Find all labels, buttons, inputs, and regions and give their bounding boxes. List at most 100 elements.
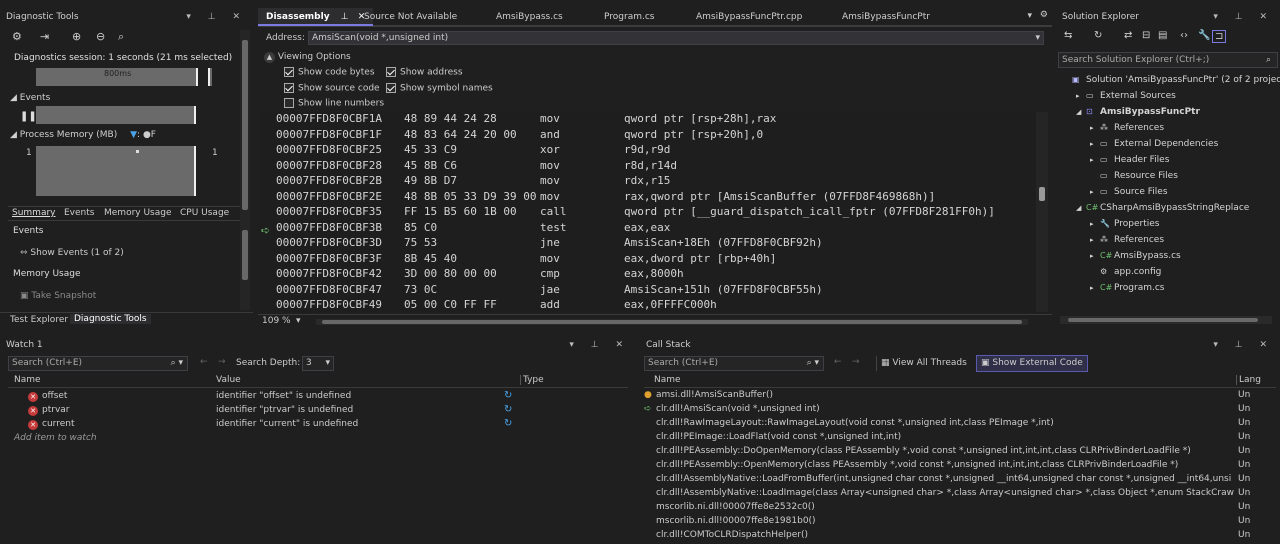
callstack-row[interactable]: mscorlib.ni.dll!00007ffe8e1981b0() Un: [644, 515, 1276, 529]
watch-row[interactable]: ✕ offset identifier "offset" is undefined ↻: [8, 390, 628, 404]
pane-controls[interactable]: ▾ ⊥ ✕: [1213, 8, 1274, 26]
settings-gear-icon[interactable]: ⚙: [12, 30, 22, 43]
watch-row[interactable]: ✕ ptrvar identifier "ptrvar" is undefined ↻: [8, 404, 628, 418]
callstack-search-input[interactable]: Search (Ctrl+E) ⌕ ▾: [644, 356, 824, 371]
expand-chevron-icon[interactable]: ▸: [1090, 184, 1100, 200]
solution-tree-item[interactable]: ▭ Resource Files: [1090, 168, 1178, 184]
diag-scrollbar-thumb[interactable]: [242, 40, 248, 210]
code-vertical-scrollbar[interactable]: [1036, 112, 1048, 312]
code-scrollbar-thumb[interactable]: [1039, 187, 1045, 201]
disasm-line[interactable]: 00007FFD8F0CBF1A 48 89 44 24 28 mov qword p…: [258, 112, 1038, 128]
viewing-options-toggle[interactable]: ▲ Viewing Options: [264, 52, 351, 63]
search-depth-select[interactable]: 3 ▾: [302, 356, 334, 371]
solution-horizontal-scrollbar[interactable]: [1060, 316, 1272, 324]
diag-scrollbar[interactable]: [240, 30, 250, 310]
expand-chevron-icon[interactable]: ▸: [1090, 232, 1100, 248]
tab-memory-usage[interactable]: Memory Usage: [104, 208, 172, 218]
take-snapshot-button[interactable]: ▣ Take Snapshot: [20, 291, 96, 301]
expand-chevron-icon[interactable]: ▸: [1090, 136, 1100, 152]
solution-tree-item[interactable]: ▸ 🔧 Properties: [1090, 216, 1159, 232]
solution-tree-item[interactable]: ▸ ⁂ References: [1090, 232, 1164, 248]
filter-icon[interactable]: ▼: [130, 130, 137, 140]
expand-chevron-icon[interactable]: ▸: [1090, 216, 1100, 232]
properties-wrench-icon[interactable]: 🔧: [1198, 30, 1210, 41]
address-dropdown-icon[interactable]: ▾: [1035, 32, 1040, 44]
callstack-row[interactable]: clr.dll!AssemblyNative::LoadFromBuffer(i…: [644, 473, 1276, 487]
disasm-line[interactable]: 00007FFD8F0CBF49 05 00 C0 FF FF add eax,0FF…: [258, 298, 1038, 314]
view-all-threads-button[interactable]: ▦ View All Threads: [876, 356, 967, 371]
disasm-line[interactable]: 00007FFD8F0CBF3F 8B 45 40 mov eax,dword ptr…: [258, 252, 1038, 268]
col-type-header[interactable]: Type: [520, 375, 544, 385]
tab-list-dropdown-icon[interactable]: ▾: [1027, 11, 1032, 21]
solution-tree-item[interactable]: ▸ ▭ Source Files: [1090, 184, 1168, 200]
solution-tree-item[interactable]: ▸ ▭ External Dependencies: [1090, 136, 1218, 152]
expand-chevron-icon[interactable]: ▸: [1090, 280, 1100, 296]
pane-controls[interactable]: ▾ ⊥ ✕: [1213, 336, 1274, 354]
collapse-all-icon[interactable]: ⊟: [1142, 30, 1150, 41]
search-icon[interactable]: ⌕ ▾: [807, 357, 819, 370]
zoom-in-icon[interactable]: ⊕: [72, 30, 81, 43]
solution-tree-item[interactable]: ▸ ▭ Header Files: [1090, 152, 1169, 168]
search-forward-icon[interactable]: →: [852, 357, 860, 367]
address-input[interactable]: AmsiScan(void *,unsigned int) ▾: [308, 31, 1044, 45]
refresh-icon[interactable]: ↻: [504, 390, 512, 401]
timeline-selection[interactable]: [196, 68, 210, 86]
disasm-line[interactable]: 00007FFD8F0CBF35 FF 15 B5 60 1B 00 call qwo…: [258, 205, 1038, 221]
callstack-row[interactable]: ● amsi.dll!AmsiScanBuffer() Un: [644, 389, 1276, 403]
reset-zoom-icon[interactable]: ⌕: [118, 30, 124, 44]
pause-icon[interactable]: ❚❚: [20, 111, 37, 122]
expand-chevron-icon[interactable]: ◢: [1076, 104, 1086, 120]
tab-amsibypassfuncptr-cpp[interactable]: AmsiBypassFuncPtr.cpp: [688, 8, 810, 26]
zoom-level[interactable]: 109 %: [262, 316, 291, 326]
disasm-line[interactable]: 00007FFD8F0CBF2E 48 8B 05 33 D9 39 00 mov r…: [258, 190, 1038, 206]
tab-source-not-available[interactable]: Source Not Available: [356, 8, 465, 26]
option-show-line-numbers[interactable]: Show line numbers: [284, 98, 384, 109]
search-icon[interactable]: ⌕ ▾: [171, 357, 183, 370]
tab-amsibypassfuncptr[interactable]: AmsiBypassFuncPtr: [834, 8, 938, 26]
callstack-row[interactable]: clr.dll!COMToCLRDispatchHelper() Un: [644, 529, 1276, 543]
solution-tree-item[interactable]: ▸ ⁂ References: [1090, 120, 1164, 136]
export-icon[interactable]: ⇥: [40, 30, 49, 43]
option-show-symbol-names[interactable]: Show symbol names: [386, 83, 493, 94]
callstack-row[interactable]: clr.dll!RawImageLayout::RawImageLayout(v…: [644, 417, 1276, 431]
settings-gear-icon[interactable]: ⚙: [1040, 10, 1048, 20]
tab-events[interactable]: Events: [64, 208, 94, 218]
tab-amsibypass-cs[interactable]: AmsiBypass.cs: [488, 8, 571, 26]
pane-controls[interactable]: ▾ ⊥ ✕: [569, 336, 630, 354]
search-forward-icon[interactable]: →: [218, 357, 226, 367]
disasm-line[interactable]: 00007FFD8F0CBF3B 85 C0 test eax,eax: [258, 221, 1038, 237]
tab-summary[interactable]: Summary: [12, 208, 56, 218]
solution-tree-item[interactable]: ▸ C# Program.cs: [1090, 280, 1164, 296]
callstack-row[interactable]: clr.dll!AssemblyNative::LoadImage(class …: [644, 487, 1276, 501]
search-back-icon[interactable]: ←: [834, 357, 842, 367]
preview-selected-icon[interactable]: ⊐: [1212, 30, 1227, 43]
pane-controls[interactable]: ▾ ⊥ ✕: [186, 8, 247, 26]
watch-row[interactable]: ✕ current identifier "current" is undefine…: [8, 418, 628, 432]
solution-tree-item[interactable]: ▸ ▭ External Sources: [1076, 88, 1176, 104]
disasm-line[interactable]: 00007FFD8F0CBF25 45 33 C9 xor r9d,r9d: [258, 143, 1038, 159]
option-show-source-code[interactable]: Show source code: [284, 83, 380, 94]
disasm-line[interactable]: 00007FFD8F0CBF42 3D 00 80 00 00 cmp eax,800…: [258, 267, 1038, 283]
col-value-header[interactable]: Value: [216, 375, 241, 385]
solution-tree-item[interactable]: ▸ C# AmsiBypass.cs: [1090, 248, 1181, 264]
search-back-icon[interactable]: ←: [200, 357, 208, 367]
horizontal-scrollbar-thumb[interactable]: [322, 320, 1022, 324]
tab-cpu-usage[interactable]: CPU Usage: [180, 208, 229, 218]
disasm-line[interactable]: 00007FFD8F0CBF2B 49 8B D7 mov rdx,r15: [258, 174, 1038, 190]
callstack-row[interactable]: mscorlib.ni.dll!00007ffe8e2532c0() Un: [644, 501, 1276, 515]
tab-test-explorer[interactable]: Test Explorer: [10, 315, 68, 325]
col-name-header[interactable]: Name: [654, 375, 681, 385]
solution-tree-item[interactable]: ◢ C# CSharpAmsiBypassStringReplace: [1076, 200, 1249, 216]
expand-chevron-icon[interactable]: ▸: [1090, 248, 1100, 264]
pending-changes-icon[interactable]: ↻: [1094, 30, 1102, 41]
zoom-out-icon[interactable]: ⊖: [96, 30, 105, 43]
disasm-line[interactable]: 00007FFD8F0CBF47 73 0C jae AmsiScan+151h (0…: [258, 283, 1038, 299]
watch-search-input[interactable]: Search (Ctrl+E) ⌕ ▾: [8, 356, 188, 371]
col-name-header[interactable]: Name: [14, 375, 41, 385]
horizontal-scrollbar[interactable]: [316, 319, 1028, 325]
switch-views-icon[interactable]: ⇆: [1064, 30, 1072, 41]
diag-scrollbar-thumb-lower[interactable]: [242, 230, 248, 280]
tab-diagnostic-tools[interactable]: Diagnostic Tools: [70, 314, 151, 324]
view-code-icon[interactable]: ‹›: [1180, 30, 1188, 41]
disasm-line[interactable]: 00007FFD8F0CBF3D 75 53 jne AmsiScan+18Eh (0…: [258, 236, 1038, 252]
